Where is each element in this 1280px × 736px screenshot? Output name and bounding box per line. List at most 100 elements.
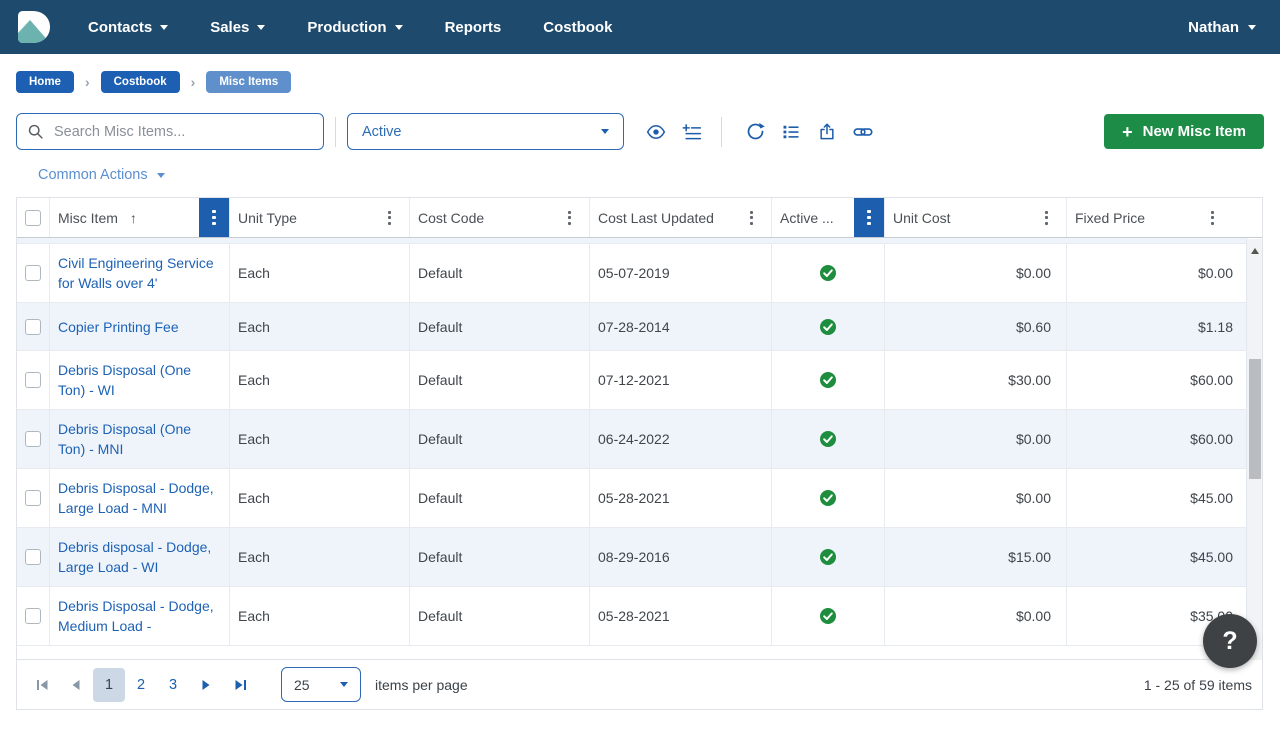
misc-item-link[interactable]: Debris disposal - Dodge, Large Load - WI	[58, 537, 215, 577]
page-size-select[interactable]: 25	[281, 667, 361, 702]
column-label-active[interactable]: Active ...	[780, 210, 834, 226]
app-logo-icon[interactable]	[16, 10, 52, 44]
page-1-button[interactable]: 1	[93, 668, 125, 702]
chevron-down-icon	[601, 129, 609, 134]
export-button[interactable]	[811, 116, 843, 148]
scrollbar-thumb[interactable]	[1249, 359, 1261, 479]
unit-type-value: Each	[238, 317, 270, 337]
row-checkbox[interactable]	[25, 372, 41, 388]
previous-page-button[interactable]	[59, 668, 93, 702]
misc-item-cell: Debris Disposal (One Ton) - WI	[50, 351, 230, 409]
unit-type-value: Each	[238, 488, 270, 508]
active-check-icon	[819, 548, 837, 566]
status-filter-select[interactable]: Active	[347, 113, 624, 150]
search-input[interactable]	[54, 124, 313, 140]
vertical-scrollbar	[1246, 239, 1262, 660]
table-row: Copier Printing Fee Each Default 07-28-2…	[17, 303, 1248, 351]
first-page-button[interactable]	[25, 668, 59, 702]
menu-label: Sales	[210, 19, 249, 36]
menu-item-sales[interactable]: Sales	[210, 19, 265, 36]
cost-last-updated-cell: 08-29-2016	[590, 528, 772, 586]
common-actions-dropdown[interactable]: Common Actions	[0, 150, 181, 183]
refresh-icon	[745, 121, 766, 142]
table-row: Debris Disposal (One Ton) - WI Each Defa…	[17, 351, 1248, 410]
fixed-price-cell: $60.00	[1067, 410, 1248, 468]
misc-item-cell: Debris Disposal - Dodge, Medium Load -	[50, 587, 230, 645]
toolbar: Active	[0, 93, 1280, 150]
user-name: Nathan	[1188, 19, 1239, 36]
row-checkbox[interactable]	[25, 490, 41, 506]
column-menu-fixed-price-button[interactable]	[1205, 205, 1220, 231]
unit-cost-value: $15.00	[1008, 547, 1051, 567]
column-menu-active-button[interactable]	[854, 198, 884, 237]
scroll-up-button[interactable]	[1247, 244, 1263, 258]
misc-item-link[interactable]: Civil Engineering Service for Walls over…	[58, 253, 215, 293]
row-checkbox[interactable]	[25, 431, 41, 447]
breadcrumb-costbook[interactable]: Costbook	[101, 71, 180, 93]
plus-icon: +	[1122, 123, 1133, 141]
row-checkbox-cell	[17, 587, 50, 645]
menu-item-production[interactable]: Production	[307, 19, 402, 36]
active-check-icon	[819, 371, 837, 389]
cost-code-cell: Default	[410, 351, 590, 409]
menu-item-contacts[interactable]: Contacts	[88, 19, 168, 36]
column-label-fixed-price[interactable]: Fixed Price	[1075, 210, 1145, 226]
column-label-unit-type[interactable]: Unit Type	[238, 210, 297, 226]
breadcrumb-home[interactable]: Home	[16, 71, 74, 93]
view-visibility-button[interactable]	[640, 116, 672, 148]
help-button[interactable]: ?	[1203, 614, 1257, 668]
column-label-unit-cost[interactable]: Unit Cost	[893, 210, 951, 226]
menu-item-costbook[interactable]: Costbook	[543, 19, 612, 36]
list-view-button[interactable]	[775, 116, 807, 148]
cost-code-value: Default	[418, 429, 462, 449]
user-menu[interactable]: Nathan	[1188, 19, 1256, 36]
breadcrumb: Home › Costbook › Misc Items	[0, 54, 1280, 93]
misc-item-link[interactable]: Debris Disposal (One Ton) - MNI	[58, 419, 215, 459]
cost-code-value: Default	[418, 370, 462, 390]
active-status-cell	[772, 351, 885, 409]
link-button[interactable]	[847, 116, 879, 148]
fixed-price-cell: $60.00	[1067, 351, 1248, 409]
breadcrumb-misc-items[interactable]: Misc Items	[206, 71, 291, 93]
unit-cost-value: $30.00	[1008, 370, 1051, 390]
unit-cost-value: $0.00	[1016, 606, 1051, 626]
fixed-price-cell: $1.18	[1067, 303, 1248, 350]
add-filter-button[interactable]	[676, 116, 708, 148]
fixed-price-cell: $0.00	[1067, 244, 1248, 302]
row-checkbox[interactable]	[25, 608, 41, 624]
select-all-checkbox[interactable]	[25, 210, 41, 226]
header-misc-item: Misc Item ↑	[50, 198, 230, 237]
misc-item-link[interactable]: Debris Disposal - Dodge, Large Load - MN…	[58, 478, 215, 518]
first-page-icon	[35, 678, 50, 692]
search-box	[16, 113, 324, 150]
active-check-icon	[819, 264, 837, 282]
column-menu-cost-last-updated-button[interactable]	[744, 205, 759, 231]
column-menu-unit-cost-button[interactable]	[1039, 205, 1054, 231]
fixed-price-value: $0.00	[1198, 263, 1233, 283]
column-menu-cost-code-button[interactable]	[562, 205, 577, 231]
misc-item-link[interactable]: Debris Disposal (One Ton) - WI	[58, 360, 215, 400]
header-active: Active ...	[772, 198, 885, 237]
page-3-button[interactable]: 3	[157, 668, 189, 702]
row-checkbox[interactable]	[25, 549, 41, 565]
column-menu-misc-item-button[interactable]	[199, 198, 229, 237]
eye-icon	[646, 122, 666, 142]
new-misc-item-button[interactable]: + New Misc Item	[1104, 114, 1264, 149]
menu-item-reports[interactable]: Reports	[445, 19, 502, 36]
refresh-button[interactable]	[739, 116, 771, 148]
misc-item-link[interactable]: Copier Printing Fee	[58, 317, 179, 337]
column-menu-unit-type-button[interactable]	[382, 205, 397, 231]
row-checkbox[interactable]	[25, 265, 41, 281]
last-page-button[interactable]	[223, 668, 257, 702]
row-checkbox[interactable]	[25, 319, 41, 335]
unit-type-value: Each	[238, 263, 270, 283]
column-label-cost-last-updated[interactable]: Cost Last Updated	[598, 210, 714, 226]
grid-body: Civil Engineering Service for Walls over…	[17, 238, 1248, 659]
misc-item-link[interactable]: Debris Disposal - Dodge, Medium Load -	[58, 596, 215, 636]
new-misc-item-label: New Misc Item	[1143, 123, 1246, 140]
page-2-button[interactable]: 2	[125, 668, 157, 702]
column-label-cost-code[interactable]: Cost Code	[418, 210, 484, 226]
cost-last-updated-value: 07-28-2014	[598, 317, 670, 337]
next-page-button[interactable]	[189, 668, 223, 702]
column-label-misc-item[interactable]: Misc Item	[58, 210, 118, 226]
